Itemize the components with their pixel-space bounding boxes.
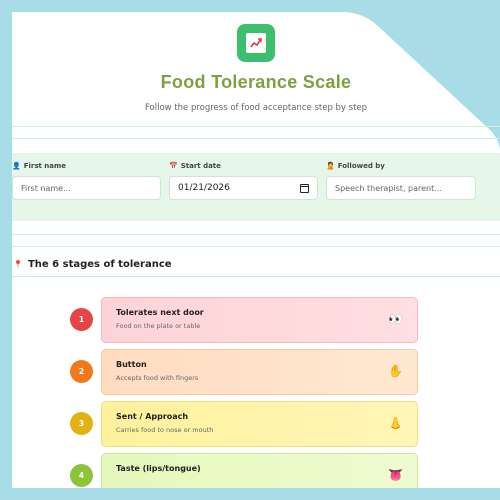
stages-heading: 📍 The 6 stages of tolerance	[13, 259, 172, 270]
start-date-input[interactable]: 01/21/2026	[169, 176, 318, 200]
stage-card: Taste (lips/tongue) 👅	[101, 453, 418, 488]
pin-icon: 📍	[13, 260, 23, 269]
divider	[12, 276, 500, 277]
start-date-group: 📅 Start date 01/21/2026	[169, 161, 318, 200]
stage-4[interactable]: 4 Taste (lips/tongue) 👅	[70, 453, 430, 488]
divider	[12, 138, 500, 139]
stage-description: Carries food to nose or mouth	[116, 426, 214, 434]
nose-icon: 👃	[388, 416, 403, 430]
first-name-label: First name	[23, 162, 67, 170]
divider	[12, 234, 500, 235]
header: Food Tolerance Scale Follow the progress…	[12, 12, 500, 113]
stage-3[interactable]: 3 Sent / Approach Carries food to nose o…	[70, 401, 430, 447]
stage-2[interactable]: 2 Button Accepts food with fingers ✋	[70, 349, 430, 395]
stage-title: Tolerates next door	[116, 308, 204, 317]
followed-by-input[interactable]: Speech therapist, parent...	[326, 176, 476, 200]
stage-1[interactable]: 1 Tolerates next door Food on the plate …	[70, 297, 430, 343]
stage-title: Button	[116, 360, 147, 369]
divider	[12, 126, 500, 127]
raised-hand-icon: ✋	[388, 364, 403, 378]
main-card: Food Tolerance Scale Follow the progress…	[12, 12, 500, 488]
start-date-label: Start date	[180, 162, 221, 170]
divider	[12, 246, 500, 247]
stage-card: Button Accepts food with fingers ✋	[101, 349, 418, 395]
followed-by-group: 🙎 Followed by Speech therapist, parent..…	[326, 161, 476, 200]
stage-number: 1	[70, 308, 93, 331]
followed-by-label: Followed by	[337, 162, 385, 170]
chart-increasing-icon	[237, 24, 275, 62]
tongue-icon: 👅	[388, 468, 403, 482]
page-subtitle: Follow the progress of food acceptance s…	[144, 103, 368, 113]
stage-number: 3	[70, 412, 93, 435]
person-icon: 🙎	[326, 162, 335, 170]
stage-card: Tolerates next door Food on the plate or…	[101, 297, 418, 343]
stage-number: 4	[70, 464, 93, 487]
calendar-picker-icon[interactable]	[300, 183, 309, 193]
stage-card: Sent / Approach Carries food to nose or …	[101, 401, 418, 447]
person-icon: 👤	[12, 162, 21, 170]
info-form: 👤 First name First name... 📅 Start date …	[12, 153, 500, 221]
first-name-input[interactable]: First name...	[12, 176, 161, 200]
first-name-group: 👤 First name First name...	[12, 161, 161, 200]
stage-number: 2	[70, 360, 93, 383]
stage-title: Sent / Approach	[116, 412, 189, 421]
stage-description: Food on the plate or table	[116, 322, 201, 330]
eyes-icon: 👀	[388, 312, 403, 326]
stage-description: Accepts food with fingers	[116, 374, 199, 382]
stage-title: Taste (lips/tongue)	[116, 464, 201, 473]
page-title: Food Tolerance Scale	[160, 72, 352, 92]
calendar-icon: 📅	[169, 162, 178, 170]
